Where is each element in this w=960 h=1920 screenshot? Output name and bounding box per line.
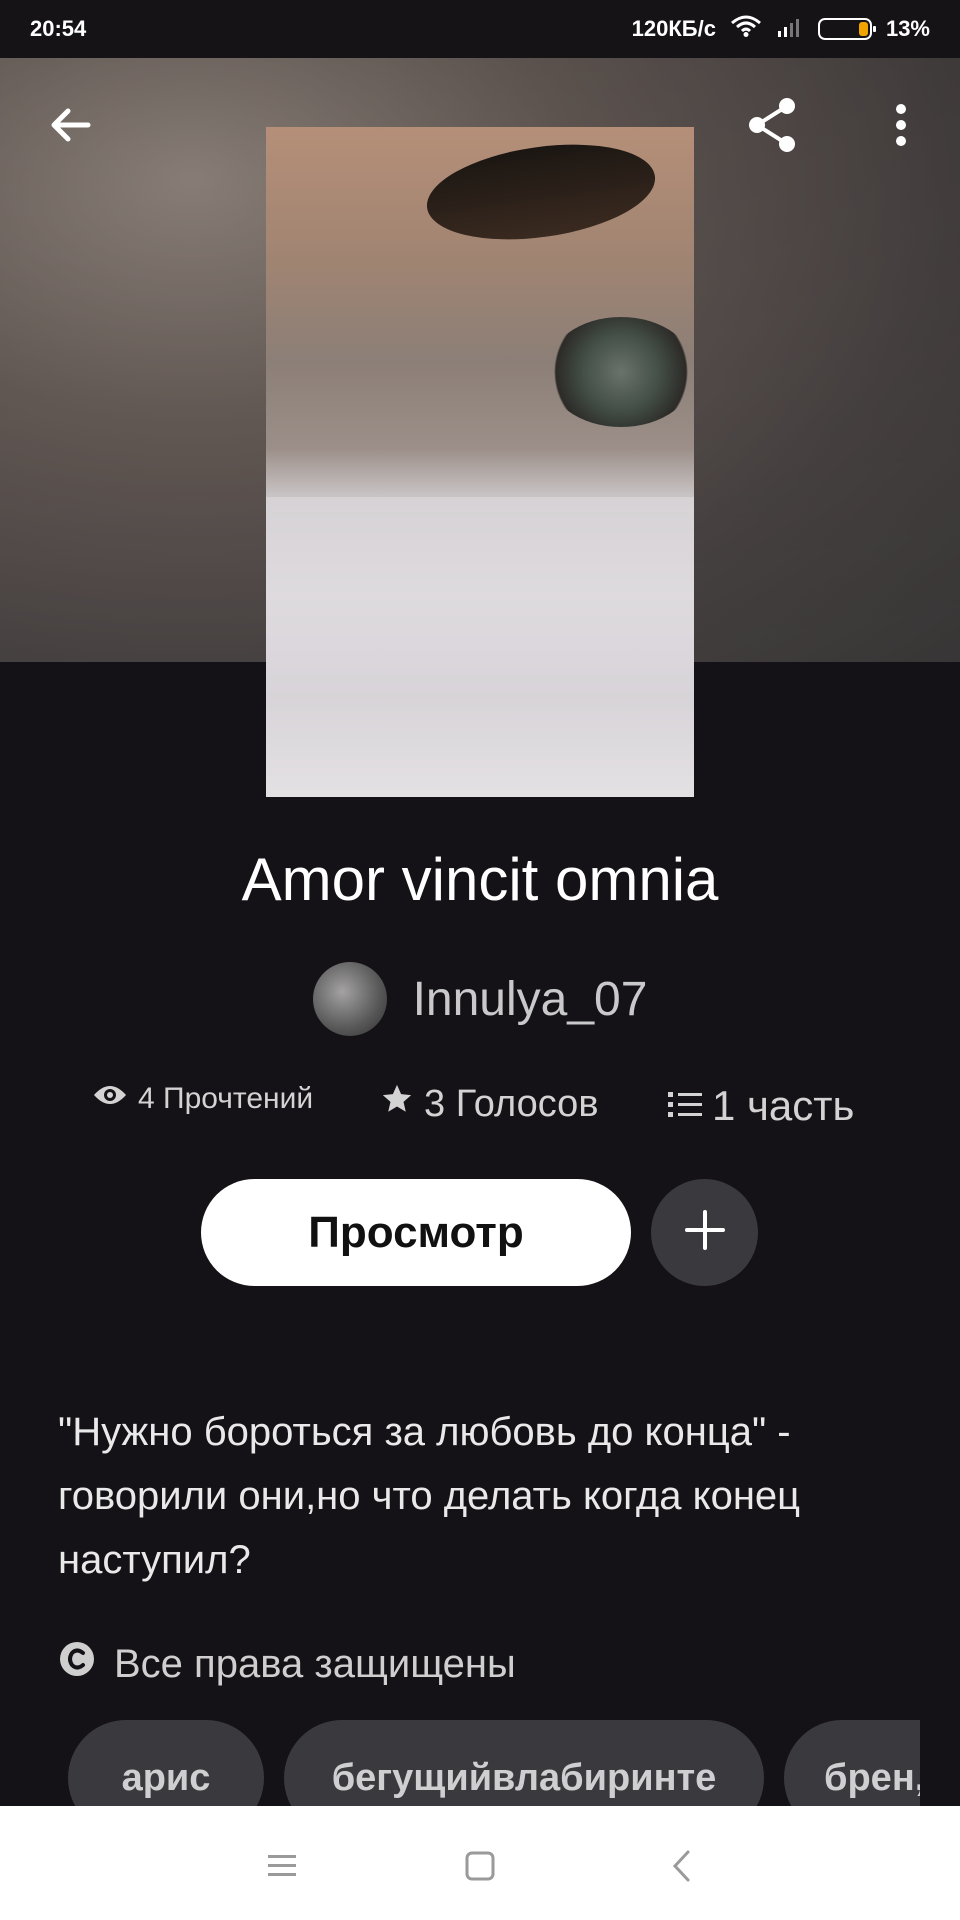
votes-stat: 3 Голосов [380,1082,599,1126]
votes-count: 3 Голосов [424,1082,599,1125]
read-button[interactable]: Просмотр [201,1179,631,1286]
battery-icon [817,18,876,40]
network-speed: 120КБ/с [631,16,716,41]
back-arrow-icon[interactable] [40,80,100,170]
tags-row: арис бегущийвлабиринте брен, [68,1720,920,1810]
status-time: 20:54 [30,16,87,41]
parts-count: 1 часть [712,1082,855,1129]
story-cover-image[interactable] [266,127,694,797]
back-chevron-icon[interactable] [652,1836,712,1896]
copyright-row: Все права защищены [58,1640,516,1688]
status-bar: 20:54 120КБ/с 13% [0,0,960,58]
story-title: Amor vincit omnia [241,846,719,913]
menu-icon[interactable] [252,1836,312,1896]
author-row[interactable]: Innulya_07 [0,962,960,1036]
list-icon [668,1082,702,1130]
battery-percent: 13% [885,16,930,41]
tag-chip[interactable]: арис [68,1720,264,1810]
share-icon[interactable] [742,80,802,170]
plus-icon [683,1208,727,1257]
author-avatar[interactable] [312,962,387,1036]
reads-stat: 4 Прочтений [92,1082,313,1116]
eye-icon [92,1082,128,1116]
tag-chip[interactable]: бегущийвлабиринте [284,1720,764,1810]
author-name[interactable]: Innulya_07 [413,972,648,1027]
system-nav-bar [0,1806,960,1920]
signal-icon [776,15,804,43]
star-icon [380,1082,414,1126]
story-stats: 4 Прочтений 3 Голосов 1 часть [0,1082,960,1142]
tag-chip[interactable]: брен, [784,1720,920,1810]
parts-stat: 1 часть [668,1082,854,1130]
add-to-library-button[interactable] [651,1179,758,1286]
home-square-icon[interactable] [450,1836,510,1896]
copyright-icon [58,1640,96,1688]
copyright-text: Все права защищены [114,1641,516,1686]
more-vertical-icon[interactable] [876,80,926,170]
reads-count: 4 Прочтений [138,1082,314,1115]
wifi-icon [730,15,762,43]
story-description: "Нужно бороться за любовь до конца" - го… [58,1410,801,1582]
status-right: 120КБ/с 13% [632,15,930,43]
